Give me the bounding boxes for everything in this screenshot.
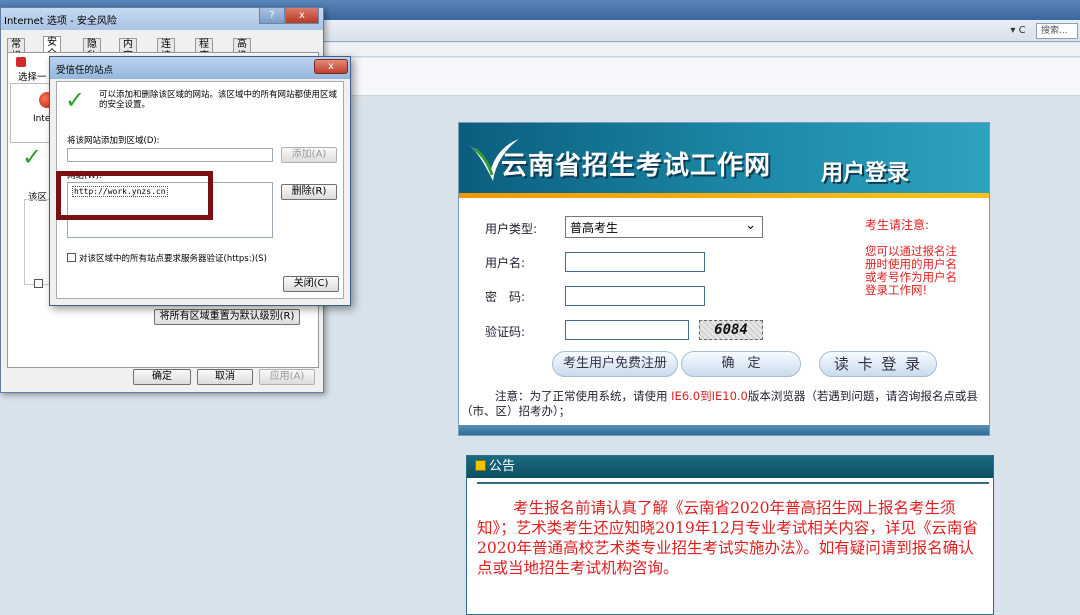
browser-note: 注意：为了正常使用系统，请使用 IE6.0到IE10.0版本浏览器（若遇到问题，… [461,389,987,419]
remove-site-button[interactable]: 删除(R) [281,184,337,200]
cancel-button[interactable]: 取消 [197,369,253,385]
login-footer-bar [459,425,989,435]
browser-search-input[interactable]: 搜索... [1036,23,1078,39]
ok-button[interactable]: 确定 [133,369,191,385]
tab-general[interactable]: 常规 [7,38,25,62]
announcement-title: 公告 [489,459,516,474]
announcement-panel: 公告 考生报名前请认真了解《云南省2020年普高招生网上报名考生须知》；艺术类考… [466,455,994,615]
tab-content[interactable]: 内容 [119,38,137,62]
tab-connections[interactable]: 连接 [157,38,175,62]
login-title: 用户登录 [821,161,910,186]
close-button[interactable]: x [285,8,319,24]
browser-note-prefix: 注意：为了正常使用系统，请使用 [495,389,672,403]
close-icon[interactable]: x [314,59,348,74]
username-input[interactable] [565,252,705,272]
notepad-icon [475,460,486,471]
add-site-label: 将该网站添加到区域(D): [67,136,160,146]
internet-options-title: Internet 选项 - 安全风险 [4,16,117,27]
captcha-image[interactable]: 6084 [699,320,763,340]
banner-stripe [459,193,989,198]
username-label: 用户名: [485,256,526,270]
checkmark-icon: ✓ [22,143,43,171]
login-panel: 云南省招生考试工作网 用户登录 用户类型: 普高考生 ⌄ 用户名: 密 码: 验… [458,122,990,436]
trusted-sites-description: 可以添加和删除该区域的网站。该区域中的所有网站都使用区域的安全设置。 [99,90,338,110]
notice-body: 您可以通过报名注册时使用的用户名或考号作为用户名登录工作网! [865,244,957,297]
chevron-down-icon: ⌄ [745,218,756,233]
https-checkbox[interactable] [67,253,76,262]
https-checkbox-label: 对该区域中的所有站点要求服务器验证(https:)(S) [79,254,267,264]
password-input[interactable] [565,286,705,306]
help-button[interactable]: ? [259,8,285,24]
user-type-label: 用户类型: [485,222,538,236]
zone-list[interactable]: Inte [10,83,55,143]
tab-privacy[interactable]: 隐私 [83,38,101,62]
trusted-sites-titlebar[interactable]: 受信任的站点 x [50,57,350,79]
select-zone-label: 选择一 [18,72,47,83]
site-title: 云南省招生考试工作网 [501,151,772,181]
user-type-select[interactable]: 普高考生 ⌄ [565,216,763,238]
password-label: 密 码: [485,290,526,304]
card-login-button[interactable]: 读 卡 登 录 [819,351,937,377]
notice-title: 考生请注意: [865,218,930,232]
checkmark-icon: ✓ [65,86,86,114]
user-type-value: 普高考生 [570,221,619,235]
warning-shield-icon [16,57,26,67]
close-dialog-button[interactable]: 关闭(C) [283,276,339,292]
captcha-label: 验证码: [485,325,526,339]
login-banner: 云南省招生考试工作网 用户登录 [459,123,989,193]
tab-programs[interactable]: 程序 [195,38,213,62]
announcement-header: 公告 [467,456,993,478]
add-site-input[interactable] [67,148,273,162]
protected-mode-checkbox[interactable] [34,279,43,288]
tab-security[interactable]: 安全 [43,36,61,60]
tab-advanced[interactable]: 高级 [233,38,251,62]
register-button[interactable]: 考生用户免费注册 [552,351,678,377]
highlight-annotation-box [56,171,213,220]
confirm-button[interactable]: 确 定 [681,351,801,377]
apply-button[interactable]: 应用(A) [259,369,315,385]
zone-internet-label: Inte [33,114,51,124]
refresh-button[interactable]: ▾ C [1003,23,1033,39]
trusted-sites-title: 受信任的站点 [56,65,114,76]
reset-all-zones-button[interactable]: 将所有区域重置为默认级别(R) [154,309,300,325]
announcement-body: 考生报名前请认真了解《云南省2020年普高招生网上报名考生须知》；艺术类考生还应… [477,482,989,578]
internet-options-titlebar[interactable]: Internet 选项 - 安全风险 ? x [1,8,323,30]
add-site-button[interactable]: 添加(A) [281,147,337,163]
https-requirement[interactable]: 对该区域中的所有站点要求服务器验证(https:)(S) [67,252,267,264]
captcha-input[interactable] [565,320,689,340]
browser-note-version: IE6.0到IE10.0 [671,389,748,403]
